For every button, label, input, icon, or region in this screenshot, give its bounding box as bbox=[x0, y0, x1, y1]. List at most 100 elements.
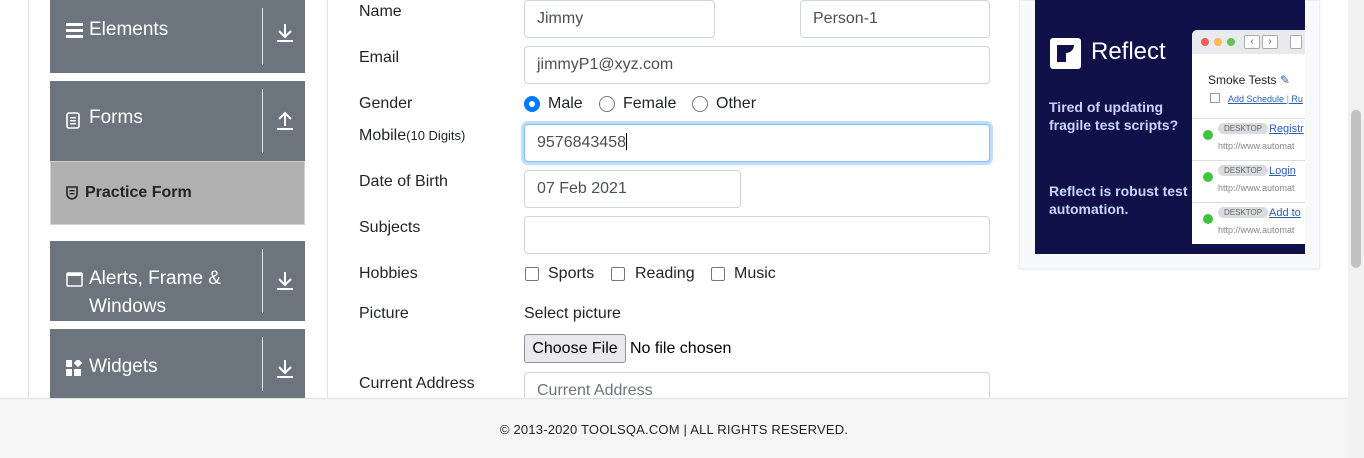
choose-file-button[interactable]: Choose File bbox=[524, 334, 626, 363]
download-arrow-icon[interactable] bbox=[276, 23, 296, 45]
page-scrollbar[interactable] bbox=[1348, 0, 1364, 458]
footer: © 2013-2020 TOOLSQA.COM | ALL RIGHTS RES… bbox=[0, 398, 1348, 458]
sidebar-group-forms[interactable]: Forms bbox=[50, 81, 305, 161]
divider bbox=[262, 8, 263, 65]
sidebar-group-label: Elements bbox=[89, 19, 169, 40]
minimize-dot-icon bbox=[1214, 38, 1222, 46]
text-caret bbox=[625, 133, 627, 150]
subjects-label: Subjects bbox=[359, 219, 421, 236]
hamburger-icon bbox=[66, 22, 83, 44]
mock-url: http://www.automat bbox=[1218, 141, 1295, 151]
close-dot-icon bbox=[1201, 38, 1209, 46]
mock-test-row: DESKTOP Login http://www.automat bbox=[1192, 160, 1305, 202]
shield-icon bbox=[66, 186, 78, 205]
document-icon bbox=[66, 112, 80, 134]
mobile-input[interactable]: 9576843458 bbox=[524, 124, 990, 162]
sidebar-group-elements[interactable]: Elements bbox=[50, 0, 305, 73]
address-label: Current Address bbox=[359, 375, 475, 392]
ad-brand: Reflect bbox=[1091, 38, 1166, 65]
email-label: Email bbox=[359, 49, 400, 66]
mock-test-row: DESKTOP Add to http://www.automat bbox=[1192, 202, 1305, 244]
dob-input[interactable]: 07 Feb 2021 bbox=[524, 170, 741, 208]
mock-title: Smoke Tests ✎ bbox=[1208, 73, 1290, 87]
hobby-reading-checkbox[interactable] bbox=[611, 267, 625, 281]
sidebar-group-label: Alerts, Frame & bbox=[89, 268, 221, 289]
sidebar-item-label: Practice Form bbox=[85, 184, 192, 201]
upload-arrow-icon[interactable] bbox=[276, 111, 296, 133]
gender-female-label[interactable]: Female bbox=[623, 95, 676, 113]
sidebar-group-widgets[interactable]: Widgets bbox=[50, 329, 305, 399]
mock-title-text: Smoke Tests bbox=[1208, 73, 1277, 87]
mock-test-name: Registr bbox=[1269, 123, 1304, 135]
ad-tagline-1: Tired of updating fragile test scripts? bbox=[1049, 99, 1179, 133]
chevron-left-icon: ‹ bbox=[1244, 35, 1260, 49]
picture-label: Picture bbox=[359, 305, 409, 322]
name-label: Name bbox=[359, 3, 402, 20]
ad-app-mockup: ‹ › Smoke Tests ✎ Add Schedule | Ru DESK… bbox=[1192, 30, 1305, 244]
select-picture-label: Select picture bbox=[524, 305, 621, 322]
window-icon bbox=[66, 272, 83, 292]
first-name-input[interactable]: Jimmy bbox=[524, 0, 715, 38]
mobile-label: Mobile(10 Digits) bbox=[359, 127, 465, 145]
subjects-input[interactable] bbox=[524, 216, 990, 254]
mock-browser-bar: ‹ › bbox=[1192, 30, 1305, 54]
divider bbox=[262, 89, 263, 153]
gender-label: Gender bbox=[359, 95, 413, 112]
gender-female-radio[interactable] bbox=[599, 96, 615, 112]
mock-badge: DESKTOP bbox=[1218, 165, 1269, 176]
mock-schedule: Add Schedule | Ru bbox=[1228, 94, 1303, 104]
reflect-ad[interactable]: Reflect Tired of updating fragile test s… bbox=[1035, 0, 1305, 254]
chevron-right-icon: › bbox=[1262, 35, 1278, 49]
gender-male-label[interactable]: Male bbox=[548, 95, 583, 113]
sidebar-group-alerts[interactable]: Alerts, Frame & Windows bbox=[50, 241, 305, 321]
hobbies-label: Hobbies bbox=[359, 265, 418, 282]
hobby-sports-label[interactable]: Sports bbox=[548, 265, 594, 283]
calendar-icon bbox=[1210, 93, 1220, 103]
hobby-music-label[interactable]: Music bbox=[734, 265, 776, 283]
widgets-icon bbox=[66, 358, 83, 381]
mock-badge: DESKTOP bbox=[1218, 207, 1269, 218]
gender-other-radio[interactable] bbox=[692, 96, 708, 112]
copyright-text: © 2013-2020 TOOLSQA.COM | ALL RIGHTS RES… bbox=[499, 422, 849, 437]
pencil-icon: ✎ bbox=[1279, 73, 1290, 87]
status-dot-icon bbox=[1203, 214, 1213, 224]
hobby-music-checkbox[interactable] bbox=[711, 267, 725, 281]
mobile-label-text: Mobile bbox=[359, 127, 407, 144]
mobile-hint: (10 Digits) bbox=[406, 128, 466, 143]
mobile-value: 9576843458 bbox=[537, 134, 626, 151]
email-input[interactable]: jimmyP1@xyz.com bbox=[524, 46, 990, 84]
gender-other-label[interactable]: Other bbox=[716, 95, 756, 113]
hobby-reading-label[interactable]: Reading bbox=[635, 265, 695, 283]
maximize-dot-icon bbox=[1227, 38, 1235, 46]
sidebar-item-practice-form[interactable]: Practice Form bbox=[50, 161, 305, 225]
sidebar-group-label: Widgets bbox=[89, 356, 158, 377]
ad-tagline-2: Reflect is robust test automation. bbox=[1049, 183, 1188, 217]
left-panel-border bbox=[28, 0, 29, 398]
mock-url: http://www.automat bbox=[1218, 183, 1295, 193]
sidebar-group-label-line2: Windows bbox=[89, 296, 167, 317]
page: Elements Forms Practice Form Alerts, Fra… bbox=[0, 0, 1364, 458]
mock-schedule-link: Add Schedule bbox=[1228, 94, 1285, 104]
mock-badge: DESKTOP bbox=[1218, 123, 1269, 134]
mock-test-name: Add to bbox=[1269, 207, 1301, 219]
scrollbar-thumb[interactable] bbox=[1351, 110, 1361, 268]
status-dot-icon bbox=[1203, 172, 1213, 182]
no-file-text: No file chosen bbox=[630, 340, 732, 357]
download-arrow-icon[interactable] bbox=[276, 271, 296, 293]
mock-schedule-extra: Ru bbox=[1291, 94, 1303, 104]
current-address-textarea[interactable]: Current Address bbox=[524, 372, 990, 398]
dob-label: Date of Birth bbox=[359, 173, 448, 190]
gender-male-radio[interactable] bbox=[524, 96, 540, 112]
status-dot-icon bbox=[1203, 130, 1213, 140]
divider bbox=[262, 337, 263, 391]
divider bbox=[262, 249, 263, 313]
mock-test-row: DESKTOP Registr http://www.automat bbox=[1192, 118, 1305, 160]
reflect-logo-icon bbox=[1050, 38, 1081, 69]
mock-url: http://www.automat bbox=[1218, 225, 1295, 235]
hobby-sports-checkbox[interactable] bbox=[525, 267, 539, 281]
mock-test-name: Login bbox=[1269, 165, 1296, 177]
last-name-input[interactable]: Person-1 bbox=[800, 0, 990, 38]
sidebar-group-label: Forms bbox=[89, 107, 143, 128]
sidebar-toggle-icon bbox=[1290, 35, 1302, 49]
download-arrow-icon[interactable] bbox=[276, 359, 296, 381]
